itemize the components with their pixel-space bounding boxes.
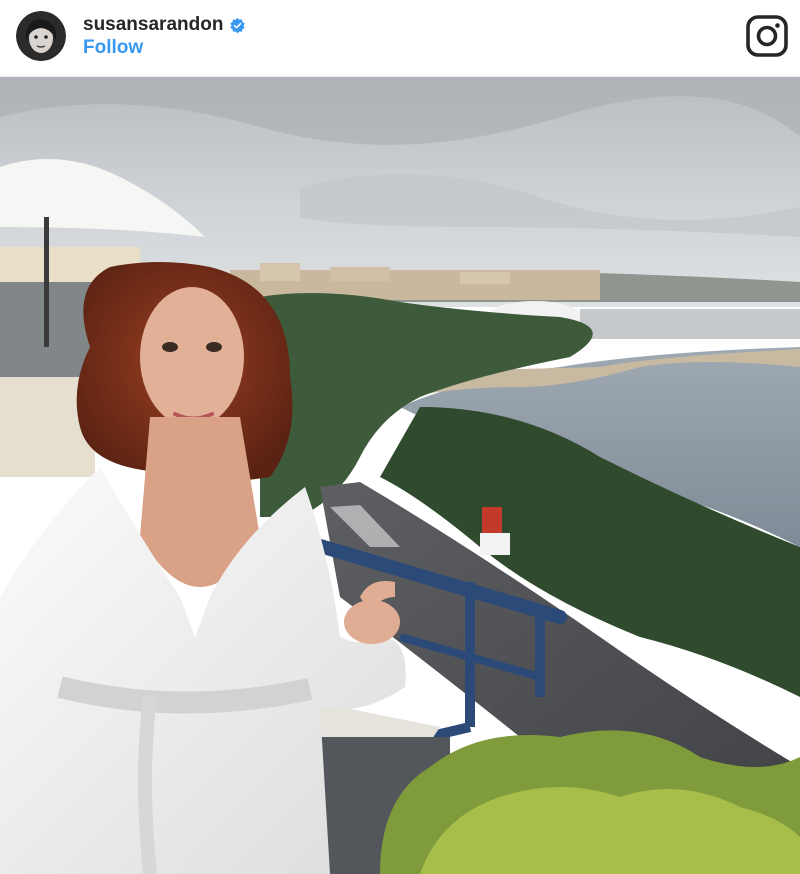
post-header: susansarandon Follow [0, 0, 800, 77]
avatar[interactable] [16, 11, 66, 61]
instagram-icon[interactable] [746, 15, 788, 57]
username[interactable]: susansarandon [83, 14, 223, 36]
username-row: susansarandon [83, 14, 246, 36]
instagram-post-card: susansarandon Follow [0, 0, 800, 874]
post-photo[interactable] [0, 77, 800, 874]
verified-badge-icon [230, 17, 246, 33]
follow-button[interactable]: Follow [83, 37, 143, 59]
